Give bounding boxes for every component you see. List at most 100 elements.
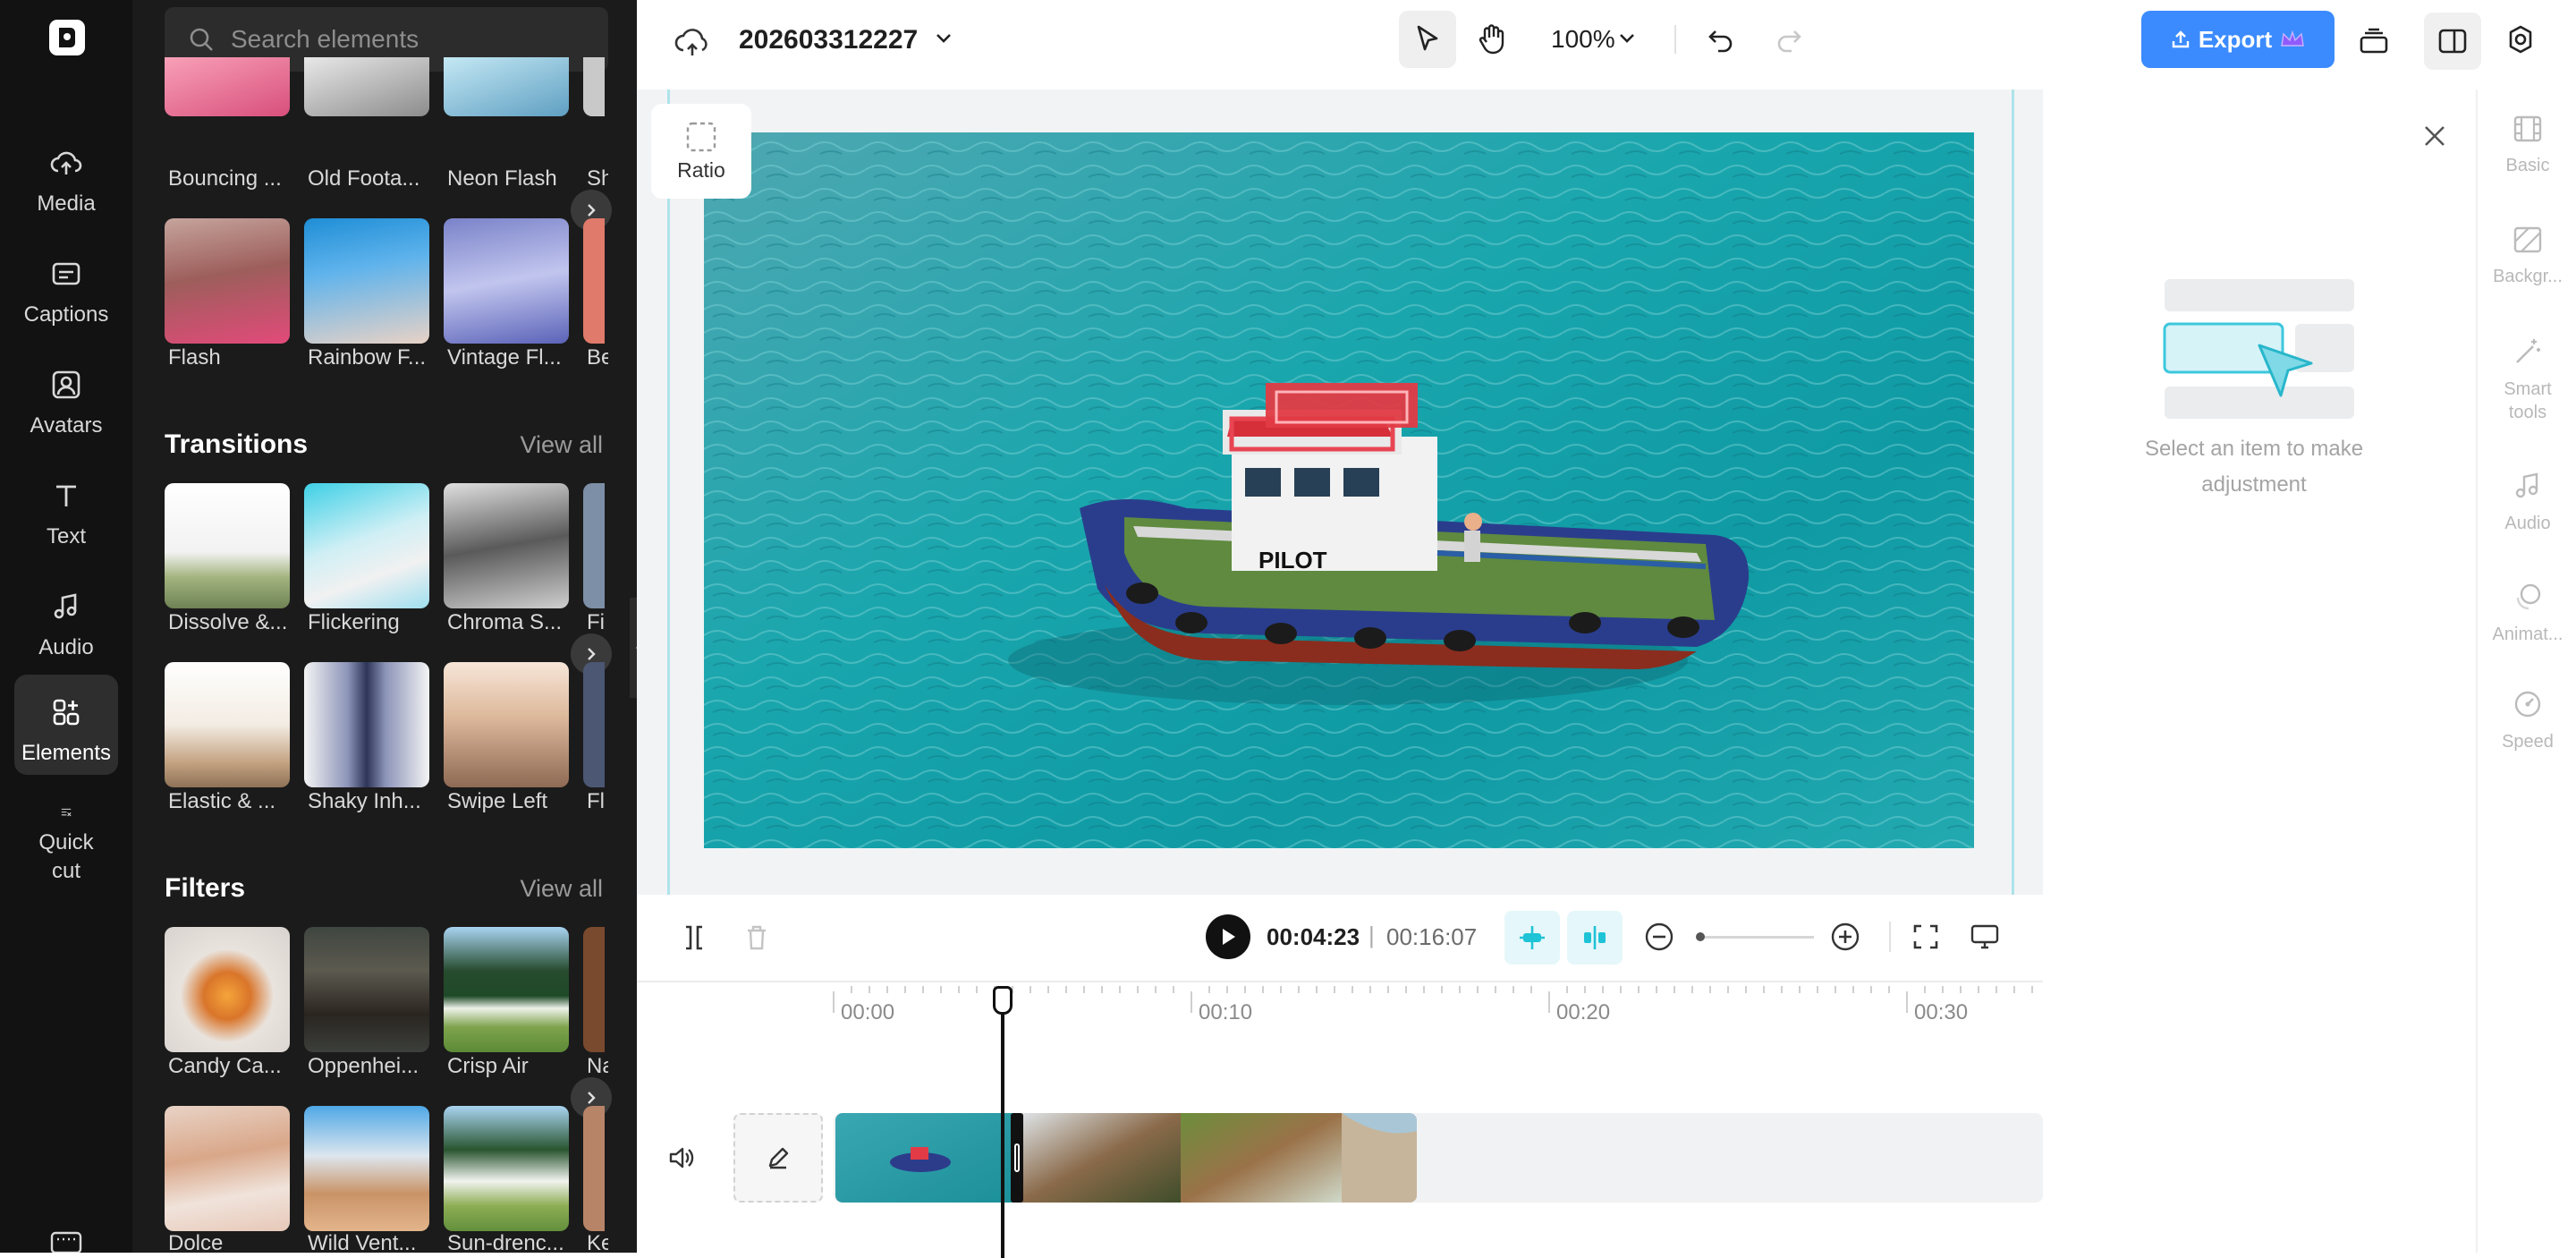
monitor-icon (1970, 924, 1999, 949)
effect-thumbnail[interactable] (165, 218, 290, 344)
tab-speed[interactable]: Speed (2478, 689, 2576, 753)
chevron-down-icon[interactable] (932, 27, 955, 50)
effect-label: Be (587, 345, 608, 370)
transition-thumbnail[interactable] (165, 662, 290, 787)
toolbar-divider (1674, 25, 1676, 54)
nav-audio[interactable]: Audio (14, 569, 118, 669)
current-time: 00:04:23 (1267, 923, 1360, 950)
nav-avatars[interactable]: Avatars (14, 347, 118, 447)
transitions-view-all-link[interactable]: View all (520, 431, 603, 459)
effect-thumbnail[interactable] (304, 218, 429, 344)
settings-button[interactable] (2499, 18, 2542, 61)
filter-thumbnail[interactable] (165, 1106, 290, 1231)
timeline[interactable]: 00:00 00:10 00:20 00:30 (637, 981, 2043, 1258)
redo-button[interactable] (1767, 18, 1810, 61)
ruler-tick-label: 00:10 (1199, 1000, 1253, 1024)
export-button[interactable]: Export (2141, 11, 2334, 68)
filter-thumbnail[interactable] (304, 927, 429, 1052)
tab-audio[interactable]: Audio (2478, 471, 2576, 535)
zoom-out-button[interactable] (1640, 918, 1678, 956)
ratio-button[interactable]: Ratio (651, 104, 751, 199)
tab-smart-tools[interactable]: Smart tools (2478, 336, 2576, 424)
minus-circle-icon (1645, 922, 1674, 951)
undo-button[interactable] (1699, 18, 1742, 61)
preview-settings-button[interactable] (1966, 918, 2004, 956)
transition-thumbnail[interactable] (444, 483, 569, 608)
nav-quick-cut[interactable]: Quick cut (14, 786, 118, 886)
boat-scene-image: PILOT (704, 132, 1974, 848)
zoom-in-button[interactable] (1826, 918, 1864, 956)
avatar-icon (52, 370, 80, 399)
filter-thumbnail[interactable] (583, 1106, 605, 1231)
filter-thumbnail[interactable] (444, 927, 569, 1052)
video-preview[interactable]: PILOT (704, 132, 1974, 848)
fullscreen-button[interactable] (1907, 918, 1945, 956)
linkage-toggle[interactable] (1567, 911, 1623, 965)
close-icon[interactable] (2420, 122, 2449, 150)
transition-thumbnail[interactable] (583, 483, 605, 608)
nav-captions[interactable]: Captions (14, 236, 118, 336)
toolbar-divider (1889, 922, 1891, 952)
video-clip[interactable] (835, 1113, 1417, 1203)
nav-label: Avatars (30, 413, 103, 438)
transition-thumbnail[interactable] (583, 662, 605, 787)
zoom-level[interactable]: 100% (1551, 25, 1615, 54)
slider-handle[interactable] (1696, 932, 1705, 941)
transition-label: Fl (587, 789, 605, 813)
play-button[interactable] (1206, 914, 1250, 959)
nav-elements[interactable]: Elements (14, 675, 118, 775)
music-note-icon (2515, 472, 2538, 498)
transition-label: Shaky Inh... (308, 789, 421, 813)
transition-thumbnail[interactable] (304, 483, 429, 608)
filter-label: Wild Vent... (308, 1231, 417, 1253)
effect-thumbnail[interactable] (444, 218, 569, 344)
cloud-upload-icon (50, 151, 82, 174)
transition-thumbnail[interactable] (444, 662, 569, 787)
clip-trim-handle[interactable] (1011, 1113, 1023, 1203)
filter-thumbnail[interactable] (304, 1106, 429, 1231)
effect-label: Flash (168, 345, 221, 370)
select-tool-button[interactable] (1399, 11, 1456, 68)
background-icon (2513, 226, 2542, 253)
effect-thumbnail[interactable] (444, 57, 569, 116)
tab-animation[interactable]: Animat... (2478, 582, 2576, 646)
filter-label: Oppenhei... (308, 1054, 419, 1078)
split-icon (686, 925, 702, 950)
layers-button[interactable] (2352, 20, 2395, 63)
filter-thumbnail[interactable] (444, 1106, 569, 1231)
link-icon (1584, 926, 1606, 949)
auto-snap-toggle[interactable] (1504, 911, 1560, 965)
tab-label: Smart tools (2504, 379, 2552, 422)
filter-thumbnail[interactable] (583, 927, 605, 1052)
cloud-sync-icon[interactable] (673, 23, 712, 59)
mute-track-button[interactable] (664, 1140, 699, 1176)
nav-text[interactable]: Text (14, 458, 118, 558)
edit-cover-button[interactable] (733, 1113, 823, 1203)
transition-thumbnail[interactable] (304, 662, 429, 787)
transition-thumbnail[interactable] (165, 483, 290, 608)
ruler-tick-label: 00:30 (1914, 1000, 1969, 1024)
playhead[interactable] (1001, 999, 1004, 1258)
tab-basic[interactable]: Basic (2478, 115, 2576, 177)
hand-tool-button[interactable] (1465, 13, 1519, 66)
playhead-handle[interactable] (993, 986, 1013, 1015)
nav-media[interactable]: Media (14, 125, 118, 225)
keyboard-icon[interactable] (50, 1231, 82, 1253)
toggle-panel-button[interactable] (2424, 13, 2481, 70)
filters-view-all-link[interactable]: View all (520, 875, 603, 903)
effect-thumbnail[interactable] (304, 57, 429, 116)
hand-icon (1479, 24, 1504, 55)
effect-thumbnail[interactable] (583, 57, 605, 116)
chevron-down-icon[interactable] (1617, 29, 1637, 48)
filter-thumbnail[interactable] (165, 927, 290, 1052)
split-button[interactable] (676, 920, 712, 956)
tab-background[interactable]: Backgr... (2478, 225, 2576, 288)
delete-button[interactable] (739, 920, 775, 956)
project-name[interactable]: 202603312227 (739, 25, 918, 55)
timeline-zoom-slider[interactable] (1696, 932, 1814, 941)
tab-label: Backgr... (2493, 267, 2563, 286)
effect-thumbnail[interactable] (165, 57, 290, 116)
app-logo[interactable] (49, 20, 85, 55)
effect-label: Old Foota... (308, 166, 420, 191)
effect-thumbnail[interactable] (583, 218, 605, 344)
